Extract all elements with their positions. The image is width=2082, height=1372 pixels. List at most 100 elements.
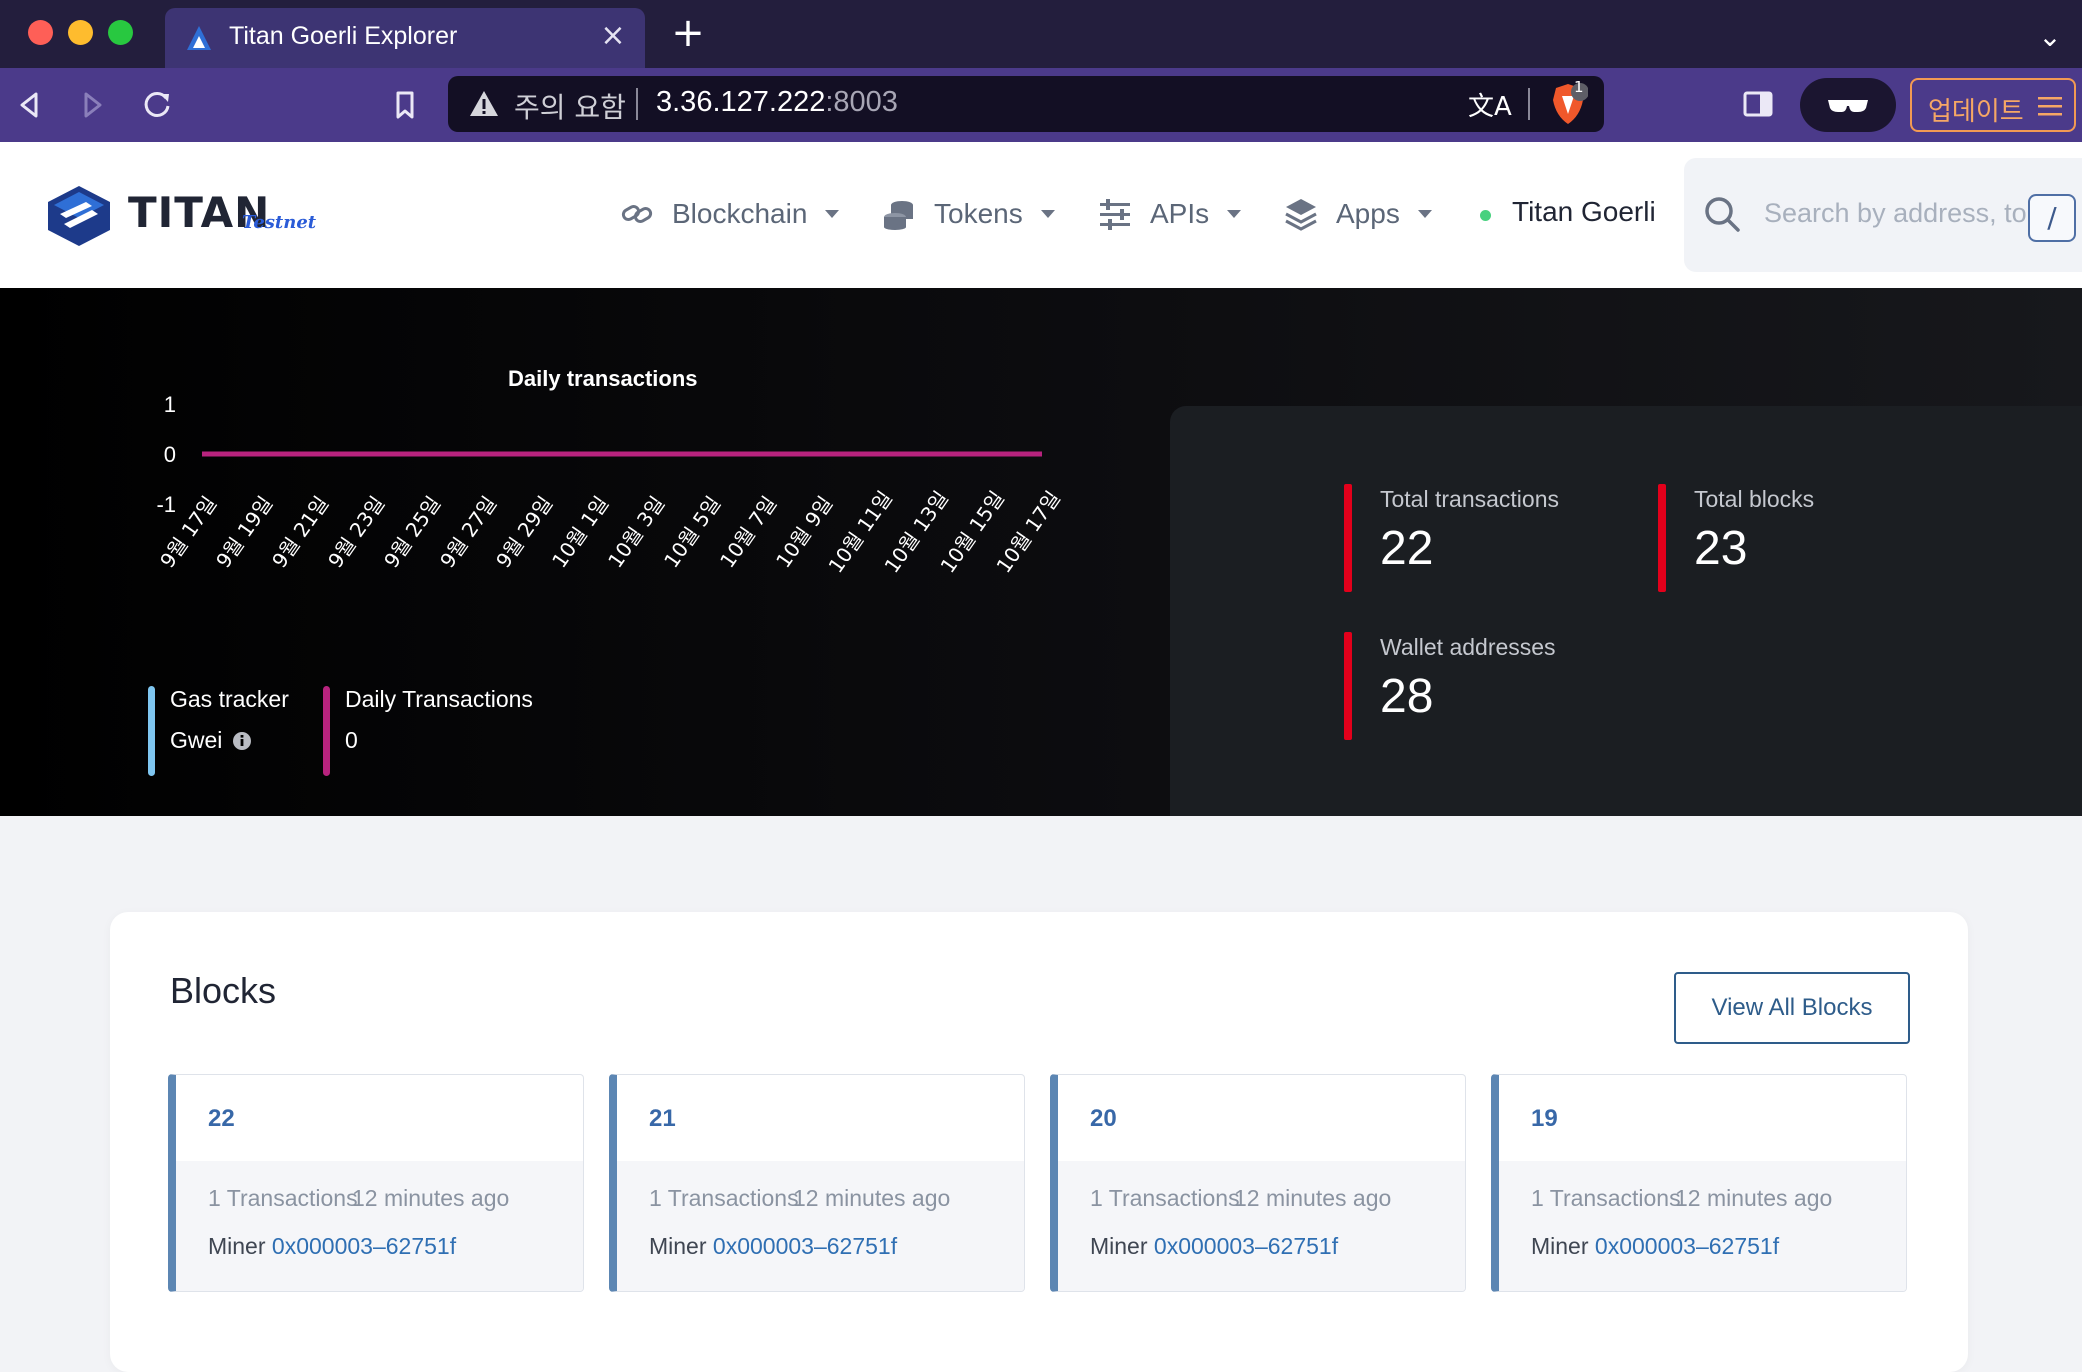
reload-icon[interactable]	[134, 82, 180, 128]
window-minimize-button[interactable]	[68, 20, 93, 45]
block-miner: Miner 0x000003–62751f	[1090, 1233, 1339, 1259]
x-tick-label: 9월 21일	[267, 492, 333, 572]
blocks-title: Blocks	[170, 970, 277, 1011]
titan-logo-icon[interactable]	[46, 184, 112, 248]
caret-down-icon	[1417, 210, 1432, 218]
nav-tokens[interactable]: Tokens	[882, 194, 1055, 234]
miner-address-link[interactable]: 0x000003–62751f	[713, 1233, 897, 1259]
y-tick-label: 1	[164, 392, 176, 417]
caret-down-icon	[1040, 210, 1055, 218]
stat-accent-bar	[1344, 632, 1352, 740]
stat-label: Wallet addresses	[1380, 634, 1556, 660]
view-all-blocks-button[interactable]: View All Blocks	[1674, 972, 1910, 1044]
block-miner: Miner 0x000003–62751f	[649, 1233, 898, 1259]
nav-label: APIs	[1150, 198, 1210, 229]
nav-label: Apps	[1336, 198, 1400, 229]
search-shortcut-key: /	[2028, 194, 2076, 242]
tab-close-icon[interactable]: ×	[593, 16, 633, 56]
nav-label: Tokens	[934, 198, 1023, 229]
y-tick-label: 0	[164, 442, 176, 467]
url-separator-2	[1528, 88, 1530, 120]
sidebar-toggle-icon[interactable]	[1738, 84, 1778, 124]
blocks-section: Blocks View All Blocks 22 1 Transactions…	[110, 912, 1968, 1372]
miner-address-link[interactable]: 0x000003–62751f	[1154, 1233, 1338, 1259]
browser-toolbar: 주의 요함 3.36.127.222:8003 文A 1 업데이트	[0, 68, 2082, 142]
block-number-link[interactable]: 22	[208, 1105, 235, 1133]
address-bar[interactable]: 주의 요함 3.36.127.222:8003 文A 1	[448, 76, 1604, 132]
new-tab-button[interactable]: +	[668, 13, 708, 54]
block-miner: Miner 0x000003–62751f	[1531, 1233, 1780, 1259]
tab-title: Titan Goerli Explorer	[229, 22, 458, 50]
x-tick-label: 9월 19일	[211, 492, 277, 572]
forward-icon[interactable]	[70, 82, 116, 128]
search-icon[interactable]	[1702, 194, 1742, 234]
block-tile[interactable]: 20 1 Transactions 12 minutes ago Miner 0…	[1050, 1074, 1466, 1292]
x-tick-label: 10월 5일	[659, 492, 725, 572]
private-glasses-icon	[1828, 100, 1868, 112]
block-tile[interactable]: 22 1 Transactions 12 minutes ago Miner 0…	[168, 1074, 584, 1292]
stats-card: Total transactions 22 Total blocks 23 Wa…	[1170, 406, 2082, 816]
gas-tracker: Gas tracker Gwei	[148, 686, 289, 776]
search-input[interactable]	[1762, 188, 2042, 238]
block-tx-count: 1 Transactions	[208, 1185, 358, 1211]
stat-total-transactions: Total transactions 22	[1344, 484, 1559, 592]
search-box: /	[1684, 158, 2082, 272]
sliders-icon	[1100, 199, 1130, 230]
browser-tab[interactable]: Titan Goerli Explorer ×	[165, 8, 645, 68]
block-age: 12 minutes ago	[793, 1185, 951, 1211]
stat-wallet-addresses: Wallet addresses 28	[1344, 632, 1556, 740]
block-number-link[interactable]: 20	[1090, 1105, 1117, 1133]
url-text[interactable]: 3.36.127.222:8003	[656, 86, 898, 119]
tab-list-chevron-icon[interactable]: ⌄	[2030, 20, 2070, 53]
block-tx-count: 1 Transactions	[1531, 1185, 1681, 1211]
warning-icon[interactable]	[468, 88, 500, 120]
nav-label: Blockchain	[672, 198, 808, 229]
miner-address-link[interactable]: 0x000003–62751f	[1595, 1233, 1779, 1259]
menu-icon	[2038, 97, 2062, 116]
site-header: TITAN Testnet Blockchain Tokens APIs App…	[0, 142, 2082, 288]
x-tick-label: 10월 1일	[547, 492, 613, 572]
daily-transactions-value: 0	[345, 727, 358, 753]
daily-transactions-chart: 10-19월 17일9월 19일9월 21일9월 23일9월 25일9월 27일…	[155, 392, 1065, 577]
miner-address-link[interactable]: 0x000003–62751f	[272, 1233, 456, 1259]
y-tick-label: -1	[156, 492, 176, 517]
block-number-link[interactable]: 21	[649, 1105, 676, 1133]
nav-apps[interactable]: Apps	[1284, 194, 1432, 234]
gas-tracker-value: Gwei	[170, 727, 289, 754]
stat-accent-bar	[1658, 484, 1666, 592]
block-age: 12 minutes ago	[1675, 1185, 1833, 1211]
info-icon[interactable]	[232, 731, 252, 751]
stat-total-blocks: Total blocks 23	[1658, 484, 1815, 592]
update-button[interactable]: 업데이트	[1910, 78, 2076, 132]
daily-transactions-label: Daily Transactions	[345, 686, 533, 712]
window-close-button[interactable]	[28, 20, 53, 45]
back-icon[interactable]	[6, 82, 52, 128]
caret-down-icon	[825, 210, 840, 218]
block-details: 1 Transactions 12 minutes ago Miner 0x00…	[1058, 1161, 1465, 1291]
layers-icon	[1285, 199, 1317, 231]
network-selector[interactable]: Titan Goerli	[1512, 196, 1656, 228]
block-tile[interactable]: 21 1 Transactions 12 minutes ago Miner 0…	[609, 1074, 1025, 1292]
block-number-link[interactable]: 19	[1531, 1105, 1558, 1133]
block-details: 1 Transactions 12 minutes ago Miner 0x00…	[1499, 1161, 1906, 1291]
block-details: 1 Transactions 12 minutes ago Miner 0x00…	[176, 1161, 583, 1291]
gas-tracker-bar	[148, 686, 155, 776]
block-age: 12 minutes ago	[1234, 1185, 1392, 1211]
nav-blockchain[interactable]: Blockchain	[620, 194, 840, 234]
bookmark-icon[interactable]	[382, 82, 428, 128]
x-tick-label: 9월 23일	[323, 492, 389, 572]
x-tick-label: 9월 25일	[379, 492, 445, 572]
update-label: 업데이트	[1928, 97, 2024, 127]
stat-value: 23	[1694, 522, 1748, 575]
window-zoom-button[interactable]	[108, 20, 133, 45]
stat-accent-bar	[1344, 484, 1352, 592]
nav-apis[interactable]: APIs	[1098, 194, 1242, 234]
translate-icon[interactable]: 文A	[1468, 86, 1512, 123]
stat-label: Total blocks	[1694, 486, 1815, 512]
block-tx-count: 1 Transactions	[649, 1185, 799, 1211]
block-tile[interactable]: 19 1 Transactions 12 minutes ago Miner 0…	[1491, 1074, 1907, 1292]
gas-tracker-label: Gas tracker	[170, 686, 289, 712]
security-warning-text[interactable]: 주의 요함	[514, 86, 626, 126]
private-window-button[interactable]	[1800, 78, 1896, 132]
titan-favicon-icon	[187, 26, 211, 50]
